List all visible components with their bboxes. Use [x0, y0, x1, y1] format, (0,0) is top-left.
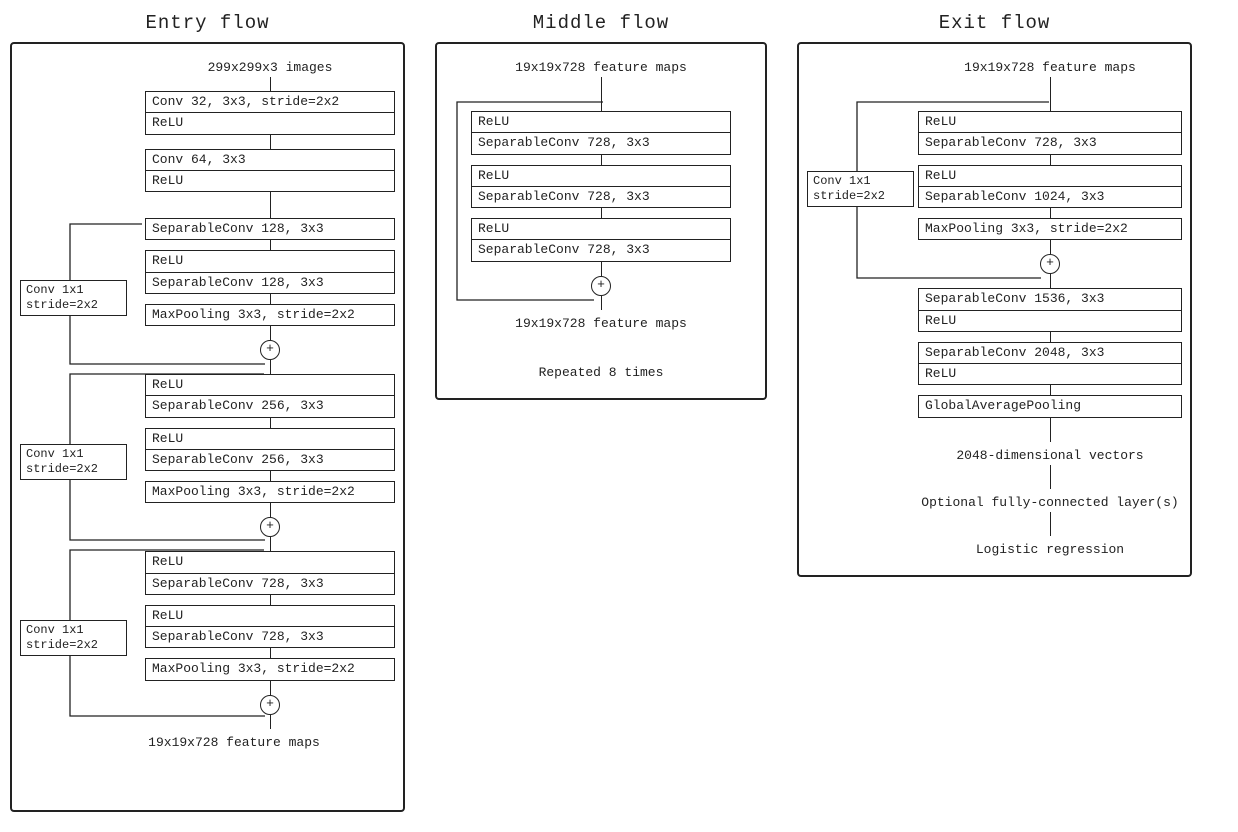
exit-out1: 2048-dimensional vectors — [918, 448, 1182, 463]
entry-b2-b: SeparableConv 256, 3x3 — [145, 396, 395, 417]
entry-b2-e: MaxPooling 3x3, stride=2x2 — [145, 481, 395, 503]
exit-b1: ReLU — [918, 111, 1182, 133]
entry-skip-1: Conv 1x1 stride=2x2 — [20, 280, 127, 316]
exit-c4: ReLU — [918, 364, 1182, 385]
entry-b3-d: SeparableConv 728, 3x3 — [145, 627, 395, 648]
exit-c1: SeparableConv 1536, 3x3 — [918, 288, 1182, 310]
entry-add-1: + — [260, 340, 280, 360]
middle-note: Repeated 8 times — [471, 365, 731, 380]
middle-output: 19x19x728 feature maps — [471, 316, 731, 331]
entry-stem1a: Conv 32, 3x3, stride=2x2 — [145, 91, 395, 113]
entry-b3-a: ReLU — [145, 551, 395, 573]
middle-b5: ReLU — [471, 218, 731, 240]
exit-add: + — [1040, 254, 1060, 274]
entry-skip-3: Conv 1x1 stride=2x2 — [20, 620, 127, 656]
middle-b4: SeparableConv 728, 3x3 — [471, 187, 731, 208]
entry-panel: Conv 1x1 stride=2x2 Conv 1x1 stride=2x2 … — [10, 42, 405, 812]
entry-b1-b: ReLU — [145, 250, 395, 272]
entry-b2-d: SeparableConv 256, 3x3 — [145, 450, 395, 471]
entry-flow-title: Entry flow — [145, 12, 269, 34]
middle-b1: ReLU — [471, 111, 731, 133]
middle-b2: SeparableConv 728, 3x3 — [471, 133, 731, 154]
exit-out2: Optional fully-connected layer(s) — [918, 495, 1182, 510]
entry-b1-a: SeparableConv 128, 3x3 — [145, 218, 395, 240]
entry-stem1b: ReLU — [145, 113, 395, 134]
exit-stack: 19x19x728 feature maps ReLU SeparableCon… — [918, 60, 1182, 557]
entry-add-3: + — [260, 695, 280, 715]
entry-b2-c: ReLU — [145, 428, 395, 450]
middle-panel: 19x19x728 feature maps ReLU SeparableCon… — [435, 42, 767, 400]
entry-b2-a: ReLU — [145, 374, 395, 396]
exit-c5: GlobalAveragePooling — [918, 395, 1182, 417]
entry-output: 19x19x728 feature maps — [109, 735, 359, 750]
entry-b3-c: ReLU — [145, 605, 395, 627]
entry-stem2b: ReLU — [145, 171, 395, 192]
entry-flow-column: Entry flow Conv 1x1 stride=2x2 Conv 1x1 … — [10, 12, 405, 812]
entry-stem2a: Conv 64, 3x3 — [145, 149, 395, 171]
exit-b4: SeparableConv 1024, 3x3 — [918, 187, 1182, 208]
middle-b6: SeparableConv 728, 3x3 — [471, 240, 731, 261]
middle-input: 19x19x728 feature maps — [471, 60, 731, 75]
exit-flow-title: Exit flow — [939, 12, 1051, 34]
exit-b5: MaxPooling 3x3, stride=2x2 — [918, 218, 1182, 240]
entry-skip-2: Conv 1x1 stride=2x2 — [20, 444, 127, 480]
exit-input: 19x19x728 feature maps — [918, 60, 1182, 75]
entry-input: 299x299x3 images — [145, 60, 395, 75]
entry-b3-e: MaxPooling 3x3, stride=2x2 — [145, 658, 395, 680]
exit-c2: ReLU — [918, 311, 1182, 332]
entry-b3-b: SeparableConv 728, 3x3 — [145, 574, 395, 595]
exit-c3: SeparableConv 2048, 3x3 — [918, 342, 1182, 364]
entry-add-2: + — [260, 517, 280, 537]
entry-b1-d: MaxPooling 3x3, stride=2x2 — [145, 304, 395, 326]
entry-b1-c: SeparableConv 128, 3x3 — [145, 273, 395, 294]
exit-out3: Logistic regression — [918, 542, 1182, 557]
exit-b2: SeparableConv 728, 3x3 — [918, 133, 1182, 154]
exit-b3: ReLU — [918, 165, 1182, 187]
middle-stack: 19x19x728 feature maps ReLU SeparableCon… — [471, 60, 731, 380]
middle-b3: ReLU — [471, 165, 731, 187]
exit-flow-column: Exit flow Conv 1x1 stride=2x2 19x19x728 … — [797, 12, 1192, 577]
exit-panel: Conv 1x1 stride=2x2 19x19x728 feature ma… — [797, 42, 1192, 577]
middle-add: + — [591, 276, 611, 296]
exit-skip: Conv 1x1 stride=2x2 — [807, 171, 914, 207]
middle-flow-column: Middle flow 19x19x728 feature maps ReLU … — [435, 12, 767, 400]
entry-stack: 299x299x3 images Conv 32, 3x3, stride=2x… — [145, 60, 395, 750]
middle-flow-title: Middle flow — [533, 12, 669, 34]
